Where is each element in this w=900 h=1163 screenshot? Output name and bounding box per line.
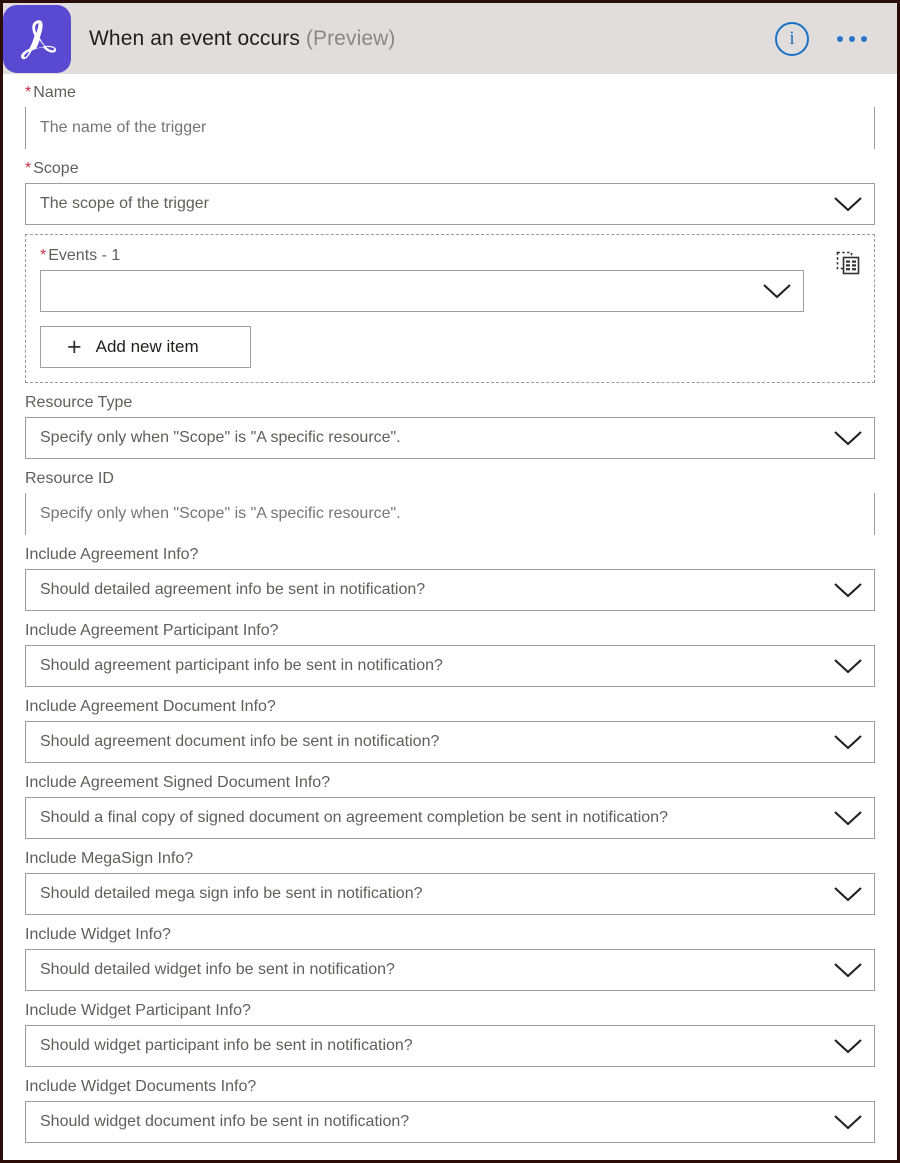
events-row xyxy=(36,270,860,312)
field-label-text: Events - 1 xyxy=(48,247,121,264)
field-include-megasign-info: Include MegaSign Info? Should detailed me… xyxy=(25,848,875,915)
field-placeholder: Should detailed mega sign info be sent i… xyxy=(40,885,423,902)
chevron-down-icon[interactable] xyxy=(822,195,874,213)
field-placeholder: Should detailed agreement info be sent i… xyxy=(40,581,426,598)
more-options-icon[interactable] xyxy=(835,30,869,48)
field-label: Resource ID xyxy=(25,468,875,490)
field-label: Include Widget Participant Info? xyxy=(25,1000,875,1022)
text-input-control[interactable] xyxy=(25,493,875,535)
field-label-text: Include Agreement Info? xyxy=(25,546,199,563)
field-include-widget-documents-info: Include Widget Documents Info? Should wid… xyxy=(25,1076,875,1143)
field-include-agreement-signed-document-info: Include Agreement Signed Document Info? S… xyxy=(25,772,875,839)
field-placeholder: Should detailed widget info be sent in n… xyxy=(40,961,395,978)
events-dropdown[interactable] xyxy=(40,270,804,312)
field-include-agreement-document-info: Include Agreement Document Info? Should a… xyxy=(25,696,875,763)
switch-to-array-input-icon[interactable] xyxy=(834,249,862,277)
field-label-text: Include Agreement Participant Info? xyxy=(25,622,279,639)
add-new-item-label: Add new item xyxy=(95,337,199,356)
field-label-name: * Name xyxy=(25,82,875,104)
required-asterisk: * xyxy=(25,84,32,101)
card-body: *Name *Scope The scope of the trigger *E… xyxy=(3,74,897,1160)
dropdown-control[interactable]: Should detailed mega sign info be sent i… xyxy=(25,873,875,915)
field-label: Include Widget Documents Info? xyxy=(25,1076,875,1098)
dropdown-control[interactable]: Should detailed agreement info be sent i… xyxy=(25,569,875,611)
field-placeholder: Specify only when "Scope" is "A specific… xyxy=(40,429,401,446)
field-label-text: Include Agreement Document Info? xyxy=(25,698,276,715)
required-asterisk: * xyxy=(40,247,47,264)
field-include-widget-participant-info: Include Widget Participant Info? Should w… xyxy=(25,1000,875,1067)
field-label: Include Agreement Signed Document Info? xyxy=(25,772,875,794)
more-dot xyxy=(849,35,855,42)
chevron-down-icon[interactable] xyxy=(751,282,803,300)
field-label-text: Include Agreement Signed Document Info? xyxy=(25,774,331,791)
page-title: When an event occurs (Preview) xyxy=(89,27,395,51)
chevron-down-icon[interactable] xyxy=(822,429,874,447)
field-label: Include Agreement Participant Info? xyxy=(25,620,875,642)
name-input[interactable] xyxy=(26,107,874,149)
field-label: Resource Type xyxy=(25,392,875,414)
field-include-widget-info: Include Widget Info? Should detailed widg… xyxy=(25,924,875,991)
scope-dropdown[interactable]: The scope of the trigger xyxy=(25,183,875,225)
info-icon-glyph: i xyxy=(789,28,795,49)
field-label: Include Agreement Info? xyxy=(25,544,875,566)
field-label-text: Include Widget Participant Info? xyxy=(25,1002,251,1019)
adobe-acrobat-sign-icon xyxy=(3,4,71,73)
scope-placeholder: The scope of the trigger xyxy=(40,195,209,212)
dropdown-control[interactable]: Should widget participant info be sent i… xyxy=(25,1025,875,1067)
field-label-events: * Events - 1 xyxy=(40,245,860,267)
flow-trigger-card: When an event occurs (Preview) i *Name xyxy=(0,0,900,1163)
dropdown-control[interactable]: Should agreement participant info be sen… xyxy=(25,645,875,687)
field-placeholder: Should a final copy of signed document o… xyxy=(40,809,668,826)
text-input[interactable] xyxy=(26,493,874,535)
field-label: Include Widget Info? xyxy=(25,924,875,946)
name-input-wrapper[interactable] xyxy=(25,107,875,149)
plus-icon: + xyxy=(67,332,82,361)
dropdown-control[interactable]: Should widget document info be sent in n… xyxy=(25,1101,875,1143)
chevron-down-icon[interactable] xyxy=(822,809,874,827)
events-array-group: * Events - 1 + Add new item xyxy=(25,234,875,383)
card-header: When an event occurs (Preview) i xyxy=(3,3,897,74)
field-placeholder: Should widget document info be sent in n… xyxy=(40,1113,410,1130)
field-label-scope: * Scope xyxy=(25,158,875,180)
add-new-item-button[interactable]: + Add new item xyxy=(40,326,251,368)
field-label: Include MegaSign Info? xyxy=(25,848,875,870)
field-include-agreement-info: Include Agreement Info? Should detailed a… xyxy=(25,544,875,611)
field-label-text: Include Widget Documents Info? xyxy=(25,1078,257,1095)
chevron-down-icon[interactable] xyxy=(822,733,874,751)
chevron-down-icon[interactable] xyxy=(822,657,874,675)
dropdown-control[interactable]: Should agreement document info be sent i… xyxy=(25,721,875,763)
dropdown-control[interactable]: Specify only when "Scope" is "A specific… xyxy=(25,417,875,459)
info-icon[interactable]: i xyxy=(775,21,809,56)
advanced-field-list: Resource Type Specify only when "Scope" i… xyxy=(25,392,875,1143)
field-label: Include Agreement Document Info? xyxy=(25,696,875,718)
field-label-text: Scope xyxy=(33,160,79,177)
preview-badge: (Preview) xyxy=(305,26,396,50)
chevron-down-icon[interactable] xyxy=(822,1037,874,1055)
chevron-down-icon[interactable] xyxy=(822,581,874,599)
more-dot xyxy=(837,35,843,42)
field-resource-type: Resource Type Specify only when "Scope" i… xyxy=(25,392,875,459)
field-label-text: Resource Type xyxy=(25,394,133,411)
chevron-down-icon[interactable] xyxy=(822,885,874,903)
field-include-agreement-participant-info: Include Agreement Participant Info? Shoul… xyxy=(25,620,875,687)
required-asterisk: * xyxy=(25,160,32,177)
chevron-down-icon[interactable] xyxy=(822,1113,874,1131)
page-title-text: When an event occurs xyxy=(89,26,300,50)
field-label-text: Resource ID xyxy=(25,470,114,487)
field-name: * Name xyxy=(25,82,875,149)
field-scope: * Scope The scope of the trigger xyxy=(25,158,875,225)
field-resource-id: Resource ID xyxy=(25,468,875,535)
more-dot xyxy=(861,35,867,42)
dropdown-control[interactable]: Should detailed widget info be sent in n… xyxy=(25,949,875,991)
field-label-text: Include MegaSign Info? xyxy=(25,850,194,867)
chevron-down-icon[interactable] xyxy=(822,961,874,979)
dropdown-control[interactable]: Should a final copy of signed document o… xyxy=(25,797,875,839)
field-placeholder: Should agreement document info be sent i… xyxy=(40,733,440,750)
field-label-text: Include Widget Info? xyxy=(25,926,171,943)
header-actions: i xyxy=(775,21,897,56)
field-placeholder: Should widget participant info be sent i… xyxy=(40,1037,413,1054)
field-label-text: Name xyxy=(33,84,76,101)
field-placeholder: Should agreement participant info be sen… xyxy=(40,657,443,674)
